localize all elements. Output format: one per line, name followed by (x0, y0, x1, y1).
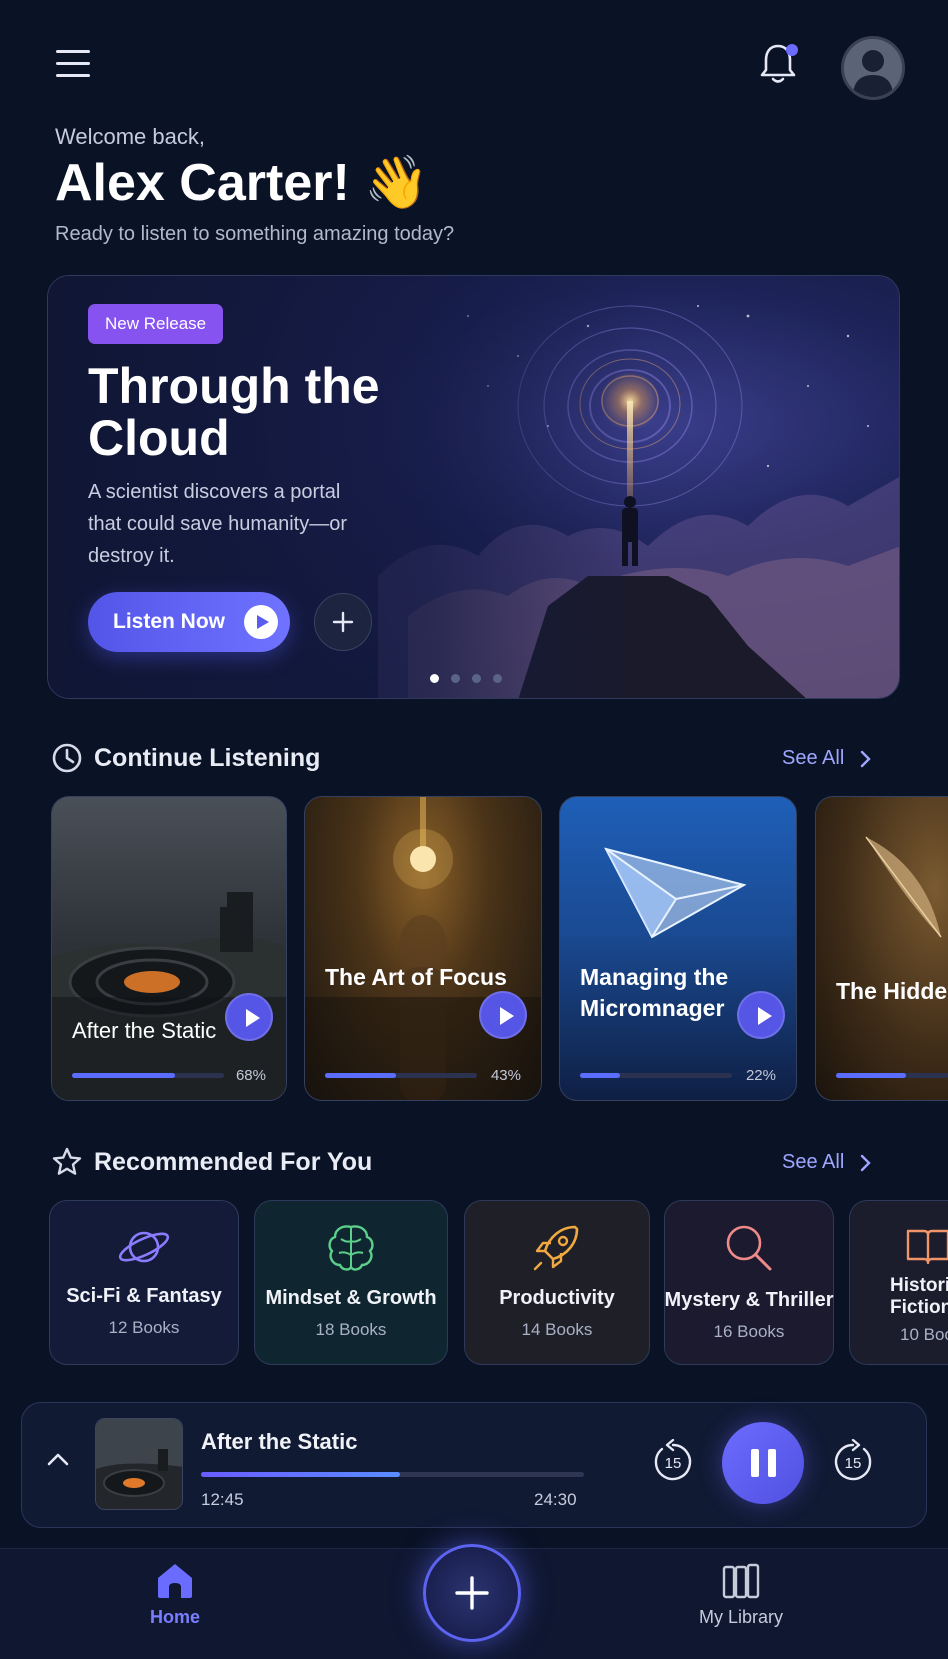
category-mindset-growth[interactable]: Mindset & Growth 18 Books (254, 1200, 448, 1365)
user-name-heading: Alex Carter! 👋 (55, 154, 429, 212)
hero-title: Through the Cloud (88, 358, 380, 466)
carousel-dot[interactable] (430, 674, 439, 683)
player-seek-bar[interactable] (201, 1472, 584, 1477)
user-icon (853, 50, 893, 97)
category-count: 10 Books (900, 1325, 948, 1344)
chevron-right-icon (861, 750, 871, 767)
plus-icon (332, 611, 354, 633)
brain-icon (328, 1225, 374, 1271)
category-productivity[interactable]: Productivity 14 Books (464, 1200, 650, 1365)
continue-listening-see-all[interactable]: See All (782, 747, 872, 770)
pause-button[interactable] (722, 1422, 804, 1504)
skip-back-seconds: 15 (665, 1455, 682, 1472)
skip-back-button[interactable]: 15 (650, 1438, 696, 1485)
progress-bar (580, 1073, 732, 1078)
continue-listening-title: Continue Listening (94, 744, 321, 772)
progress-percent: 68% (235, 1067, 266, 1084)
carousel-dot[interactable] (451, 674, 460, 683)
play-button[interactable] (225, 993, 273, 1041)
clock-icon (52, 743, 82, 773)
category-historical-fiction[interactable]: Historical Fiction 10 Books (849, 1200, 948, 1365)
cover-art (52, 892, 286, 1100)
category-mystery-thriller[interactable]: Mystery & Thriller 16 Books (664, 1200, 834, 1365)
chevron-up-icon[interactable] (46, 1451, 70, 1467)
quill-icon (865, 836, 942, 938)
menu-icon[interactable] (56, 50, 90, 80)
nav-library-label: My Library (699, 1607, 784, 1627)
category-count: 14 Books (521, 1320, 593, 1339)
carousel-dot[interactable] (493, 674, 502, 683)
progress-bar (325, 1073, 477, 1078)
player-duration: 24:30 (534, 1490, 577, 1509)
carousel-dots[interactable] (430, 674, 502, 683)
new-release-badge: New Release (88, 304, 224, 344)
player-elapsed-time: 12:45 (201, 1490, 244, 1509)
listen-now-label: Listen Now (113, 610, 226, 633)
category-count: 12 Books (108, 1318, 180, 1337)
skip-forward-button[interactable]: 15 (830, 1438, 876, 1485)
library-icon (722, 1563, 760, 1599)
card-title: After the Static (72, 1018, 217, 1043)
add-button[interactable] (423, 1544, 521, 1642)
progress-percent: 43% (490, 1067, 521, 1084)
cover-art (305, 797, 541, 1100)
progress-percent: 22% (745, 1067, 776, 1084)
notification-dot (786, 44, 798, 56)
book-icon (906, 1229, 948, 1265)
card-title: The Art of Focus (325, 964, 507, 990)
progress-bar (836, 1073, 948, 1078)
plus-icon (455, 1576, 489, 1610)
play-button[interactable] (479, 991, 527, 1039)
continue-card-managing-the-micromnager[interactable]: Managing the Micromnager 22% (559, 796, 797, 1101)
paper-plane-icon (604, 847, 747, 939)
welcome-subtitle: Ready to listen to something amazing tod… (55, 223, 455, 245)
hero-banner[interactable]: New Release Through the Cloud A scientis… (47, 275, 900, 699)
see-all-label: See All (782, 1151, 845, 1173)
planet-icon (118, 1231, 170, 1263)
nav-home[interactable]: Home (150, 1561, 200, 1628)
play-button[interactable] (737, 991, 785, 1039)
continue-card-art-of-focus[interactable]: The Art of Focus 43% (304, 796, 542, 1101)
search-icon (726, 1225, 772, 1271)
player-title: After the Static (201, 1429, 358, 1454)
category-sci-fi-fantasy[interactable]: Sci-Fi & Fantasy 12 Books (49, 1200, 239, 1365)
category-name: Sci-Fi & Fantasy (66, 1285, 222, 1307)
play-icon (244, 605, 278, 639)
add-to-library-button[interactable] (314, 593, 372, 651)
listen-now-button[interactable]: Listen Now (88, 592, 290, 652)
rewind-15-icon: 15 (654, 1438, 692, 1481)
rocket-icon (533, 1225, 579, 1271)
continue-card-hidden-playbook[interactable]: The Hidden Playbook (815, 796, 948, 1101)
star-icon (52, 1147, 82, 1175)
chevron-right-icon (861, 1154, 871, 1171)
nav-home-label: Home (150, 1607, 201, 1627)
progress-bar (72, 1073, 224, 1078)
continue-card-after-the-static[interactable]: After the Static 68% (51, 796, 287, 1101)
player-cover-art (95, 1418, 183, 1510)
category-count: 18 Books (315, 1320, 387, 1339)
category-name: Productivity (499, 1287, 615, 1309)
bell-icon[interactable] (758, 42, 802, 90)
see-all-label: See All (782, 747, 845, 769)
category-count: 16 Books (713, 1322, 785, 1341)
recommended-see-all[interactable]: See All (782, 1151, 872, 1174)
welcome-text: Welcome back, (55, 124, 205, 149)
card-title: The Hidden Playbook (836, 978, 948, 1004)
category-name: Mindset & Growth (265, 1287, 437, 1309)
nav-my-library[interactable]: My Library (699, 1561, 783, 1628)
mini-player[interactable]: After the Static 12:45 24:30 15 15 (21, 1402, 927, 1528)
home-icon (158, 1564, 192, 1598)
forward-15-icon: 15 (834, 1438, 872, 1481)
avatar[interactable] (841, 36, 905, 100)
category-name: Mystery & Thriller (664, 1289, 834, 1311)
hero-description: A scientist discovers a portal that coul… (88, 481, 348, 567)
skip-forward-seconds: 15 (845, 1455, 862, 1472)
category-name: Historical Fiction (890, 1275, 948, 1318)
carousel-dot[interactable] (472, 674, 481, 683)
recommended-title: Recommended For You (94, 1148, 373, 1176)
